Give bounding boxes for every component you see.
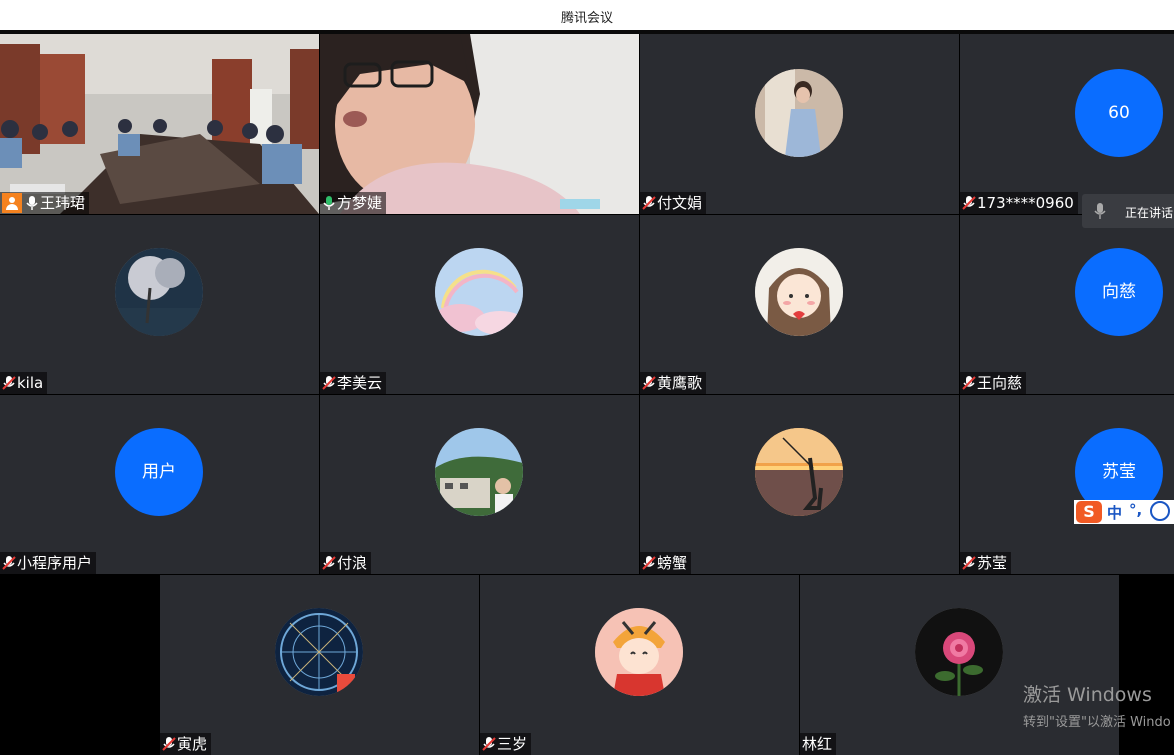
ime-punctuation-toggle[interactable]: °, — [1129, 501, 1142, 519]
participant-name: 付文娟 — [657, 194, 703, 212]
emoji-icon[interactable] — [1150, 501, 1170, 521]
avatar — [275, 608, 363, 696]
participant-name-tag: 黄鹰歌 — [640, 372, 707, 394]
video-tile-1[interactable]: 王玮珺 — [0, 34, 319, 214]
video-tile-8[interactable]: 向慈 王向慈 — [960, 215, 1174, 394]
participant-name-tag: 苏莹 — [960, 552, 1012, 574]
microphone-icon — [1094, 203, 1106, 219]
participant-name-tag: kila — [0, 372, 48, 394]
mic-muted-icon — [2, 376, 16, 390]
video-tile-12[interactable]: 苏莹 苏莹 — [960, 395, 1174, 574]
video-tile-5[interactable]: kila — [0, 215, 319, 394]
avatar: 向慈 — [1075, 248, 1163, 336]
mic-muted-icon — [322, 556, 336, 570]
participant-name: kila — [17, 374, 44, 392]
host-icon — [2, 193, 22, 213]
mic-muted-icon — [482, 737, 496, 751]
video-tile-7[interactable]: 黄鹰歌 — [640, 215, 959, 394]
participant-name: 寅虎 — [177, 735, 208, 753]
avatar — [755, 428, 843, 516]
ime-toolbar[interactable]: S 中 °, — [1074, 500, 1174, 524]
mic-muted-icon — [162, 737, 176, 751]
participant-name: 王玮珺 — [40, 194, 86, 212]
participant-name-tag: 付文娟 — [640, 192, 707, 214]
participant-name: 林红 — [802, 735, 833, 753]
mic-muted-icon — [962, 196, 976, 210]
speaking-indicator[interactable]: 正在讲话 — [1082, 194, 1174, 228]
video-tile-3[interactable]: 付文娟 — [640, 34, 959, 214]
mic-muted-icon — [2, 556, 16, 570]
avatar — [755, 248, 843, 336]
title-bar: 腾讯会议 — [0, 0, 1174, 30]
participant-name: 黄鹰歌 — [657, 374, 703, 392]
participant-name-tag: 王玮珺 — [0, 192, 90, 214]
video-tile-14[interactable]: 三岁 — [480, 575, 799, 755]
windows-activation-watermark: 激活 Windows 转到"设置"以激活 Windo — [1023, 680, 1171, 730]
mic-muted-icon — [962, 556, 976, 570]
mic-muted-icon — [642, 376, 656, 390]
avatar — [435, 248, 523, 336]
sogou-logo-icon[interactable]: S — [1076, 501, 1102, 523]
participant-name: 方梦婕 — [337, 194, 383, 212]
participant-name-tag: 螃蟹 — [640, 552, 692, 574]
participant-name-tag: 李美云 — [320, 372, 387, 394]
avatar — [755, 69, 843, 157]
video-tile-10[interactable]: 付浪 — [320, 395, 639, 574]
mic-muted-icon — [322, 376, 336, 390]
conference-room-video — [0, 34, 319, 214]
avatar: 用户 — [115, 428, 203, 516]
participant-name: 小程序用户 — [17, 554, 93, 572]
webcam-video — [320, 34, 639, 214]
participant-name: 苏莹 — [977, 554, 1008, 572]
participant-name: 付浪 — [337, 554, 368, 572]
ime-mode-toggle[interactable]: 中 — [1107, 502, 1122, 523]
participant-name: 李美云 — [337, 374, 383, 392]
video-tile-11[interactable]: 螃蟹 — [640, 395, 959, 574]
video-tile-2[interactable]: 方梦婕 — [320, 34, 639, 214]
participant-name-tag: 付浪 — [320, 552, 372, 574]
participant-name-tag: 王向慈 — [960, 372, 1027, 394]
mic-muted-icon — [642, 196, 656, 210]
video-tile-13[interactable]: 寅虎 — [160, 575, 479, 755]
participant-name: 螃蟹 — [657, 554, 688, 572]
watermark-line2: 转到"设置"以激活 Windo — [1023, 715, 1171, 730]
video-tile-4[interactable]: 60 173****0960 — [960, 34, 1174, 214]
avatar — [115, 248, 203, 336]
participant-name-tag: 小程序用户 — [0, 552, 97, 574]
watermark-line1: 激活 Windows — [1023, 684, 1152, 706]
participant-name: 三岁 — [497, 735, 528, 753]
avatar — [915, 608, 1003, 696]
mic-muted-icon — [962, 376, 976, 390]
participant-name-tag: 三岁 — [480, 733, 532, 755]
mic-speaking-icon — [323, 196, 335, 210]
video-tile-9[interactable]: 用户 小程序用户 — [0, 395, 319, 574]
window-title: 腾讯会议 — [560, 11, 613, 26]
participant-name-tag: 寅虎 — [160, 733, 212, 755]
participant-name-tag: 173****0960 — [960, 192, 1078, 214]
participant-name: 173****0960 — [977, 194, 1074, 212]
participant-name: 王向慈 — [977, 374, 1023, 392]
participant-name-tag: 林红 — [800, 733, 837, 755]
mic-on-icon — [26, 196, 38, 210]
avatar — [435, 428, 523, 516]
mic-muted-icon — [642, 556, 656, 570]
avatar — [595, 608, 683, 696]
participant-name-tag: 方梦婕 — [320, 192, 387, 214]
video-tile-6[interactable]: 李美云 — [320, 215, 639, 394]
speaking-label: 正在讲话 — [1125, 206, 1174, 220]
avatar: 60 — [1075, 69, 1163, 157]
